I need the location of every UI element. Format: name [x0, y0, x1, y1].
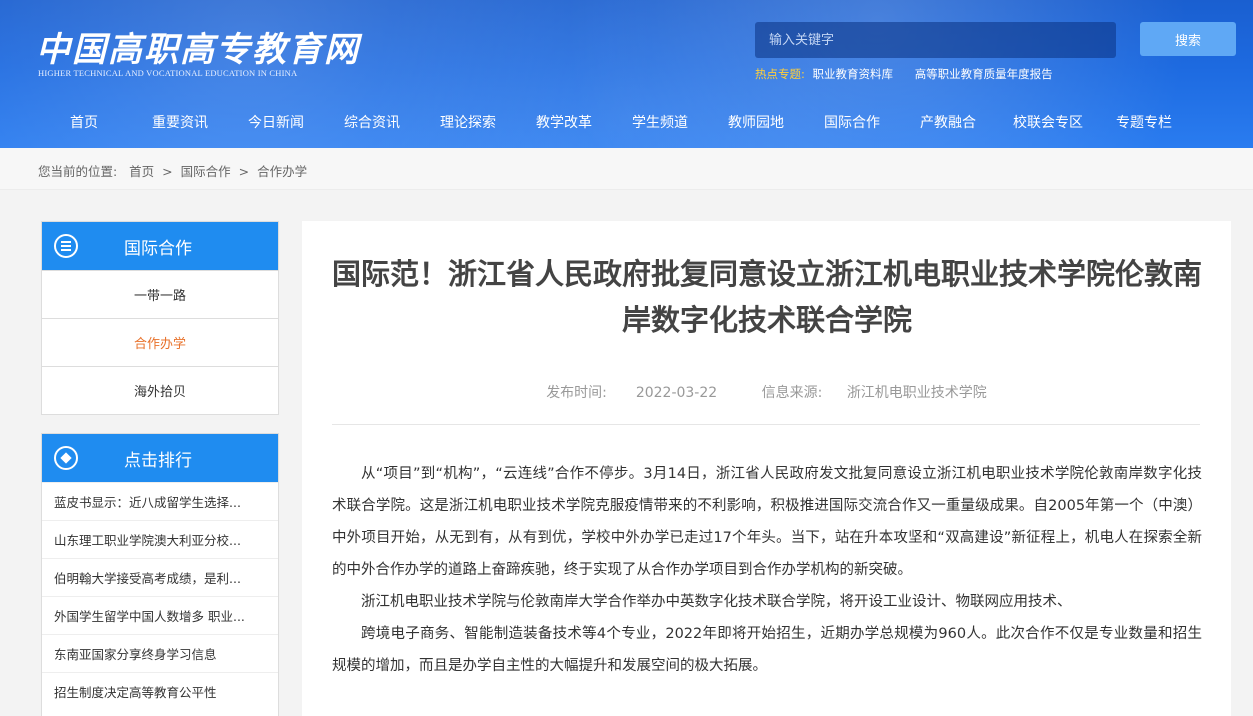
ranking-item[interactable]: 蓝皮书显示：近八成留学生选择... [42, 482, 278, 520]
search-input[interactable] [755, 22, 1116, 58]
breadcrumb-separator: > [238, 164, 250, 179]
source-label: 信息来源: [761, 385, 823, 401]
nav-item[interactable]: 产教融合 [896, 112, 1000, 136]
nav-item[interactable]: 今日新闻 [232, 112, 320, 136]
sidebar-item-belt-road[interactable]: 一带一路 [42, 270, 278, 318]
nav-item[interactable]: 教学改革 [512, 112, 616, 136]
ranking-item[interactable]: 伯明翰大学接受高考成绩，是利... [42, 558, 278, 596]
category-title: 国际合作 [124, 238, 192, 259]
breadcrumb-separator: > [162, 164, 173, 179]
list-icon [54, 234, 78, 258]
article-meta: 发布时间: 2022-03-22 信息来源: 浙江机电职业技术学院 [302, 382, 1231, 402]
ranking-item[interactable]: 东南亚国家分享终身学习信息 [42, 634, 278, 672]
ranking-item[interactable]: 招生制度决定高等教育公平性 [42, 672, 278, 710]
publish-time: 发布时间: 2022-03-22 [536, 385, 731, 401]
sidebar-item-cooperative-education[interactable]: 合作办学 [42, 318, 278, 366]
nav-item[interactable]: 重要资讯 [128, 112, 232, 136]
site-logo[interactable]: 中国高职高专教育网 [36, 22, 360, 71]
nav-item[interactable]: 学生频道 [616, 112, 704, 136]
nav-item[interactable]: 国际合作 [808, 112, 896, 136]
category-panel: 国际合作 一带一路 合作办学 海外拾贝 [41, 221, 279, 415]
rank-icon [54, 446, 78, 470]
source-name: 浙江机电职业技术学院 [846, 385, 987, 401]
publish-label: 发布时间: [546, 385, 607, 401]
article-title: 国际范！浙江省人民政府批复同意设立浙江机电职业技术学院伦敦南岸数字化技术联合学院 [332, 257, 1203, 337]
hot-topic-link[interactable]: 职业教育资料库 [813, 67, 894, 81]
nav-item[interactable]: 教师园地 [704, 112, 808, 136]
nav-item[interactable]: 校联会专区 [1000, 112, 1096, 136]
hot-topic-link[interactable]: 高等职业教育质量年度报告 [915, 67, 1053, 81]
category-header: 国际合作 [42, 222, 278, 270]
breadcrumb: 您当前的位置: 首页 > 国际合作 > 合作办学 [38, 161, 307, 180]
breadcrumb-link-home[interactable]: 首页 [129, 164, 154, 179]
divider [332, 424, 1200, 425]
hot-topics: 热点专题: 职业教育资料库 高等职业教育质量年度报告 [755, 66, 1071, 82]
breadcrumb-prefix: 您当前的位置: [38, 164, 118, 179]
ranking-panel: 点击排行 蓝皮书显示：近八成留学生选择... 山东理工职业学院澳大利亚分校...… [41, 433, 279, 716]
breadcrumb-current[interactable]: 合作办学 [257, 164, 307, 179]
source-info: 信息来源: 浙江机电职业技术学院 [752, 385, 997, 401]
publish-date: 2022-03-22 [635, 385, 718, 401]
ranking-title: 点击排行 [124, 450, 192, 471]
nav-item[interactable]: 综合资讯 [320, 112, 424, 136]
article-paragraph: 从“项目”到“机构”，“云连线”合作不停步。3月14日，浙江省人民政府发文批复同… [332, 466, 1202, 578]
breadcrumb-link[interactable]: 国际合作 [181, 164, 231, 179]
article-paragraph: 浙江机电职业技术学院与伦敦南岸大学合作举办中英数字化技术联合学院，将开设工业设计… [361, 594, 1072, 610]
main-nav: 首页 重要资讯 今日新闻 综合资讯 理论探索 教学改革 学生频道 教师园地 国际… [40, 112, 1192, 136]
sidebar-item-overseas[interactable]: 海外拾贝 [42, 366, 278, 414]
hot-topics-label: 热点专题: [755, 67, 805, 81]
ranking-item[interactable]: 外国学生留学中国人数增多 职业... [42, 596, 278, 634]
article-paragraph: 跨境电子商务、智能制造装备技术等4个专业，2022年即将开始招生，近期办学总规模… [332, 626, 1202, 674]
site-header: 中国高职高专教育网 HIGHER TECHNICAL AND VOCATIONA… [0, 0, 1253, 148]
article-panel: 国际范！浙江省人民政府批复同意设立浙江机电职业技术学院伦敦南岸数字化技术联合学院… [302, 221, 1231, 716]
site-logo-english: HIGHER TECHNICAL AND VOCATIONAL EDUCATIO… [38, 68, 298, 78]
ranking-header: 点击排行 [42, 434, 278, 482]
nav-item[interactable]: 专题专栏 [1096, 112, 1192, 136]
ranking-item[interactable]: 山东理工职业学院澳大利亚分校... [42, 520, 278, 558]
nav-item[interactable]: 理论探索 [424, 112, 512, 136]
nav-item-home[interactable]: 首页 [40, 112, 128, 136]
search-button[interactable]: 搜索 [1140, 22, 1236, 56]
article-body: 从“项目”到“机构”，“云连线”合作不停步。3月14日，浙江省人民政府发文批复同… [332, 458, 1202, 682]
breadcrumb-bar: 您当前的位置: 首页 > 国际合作 > 合作办学 [0, 148, 1253, 190]
